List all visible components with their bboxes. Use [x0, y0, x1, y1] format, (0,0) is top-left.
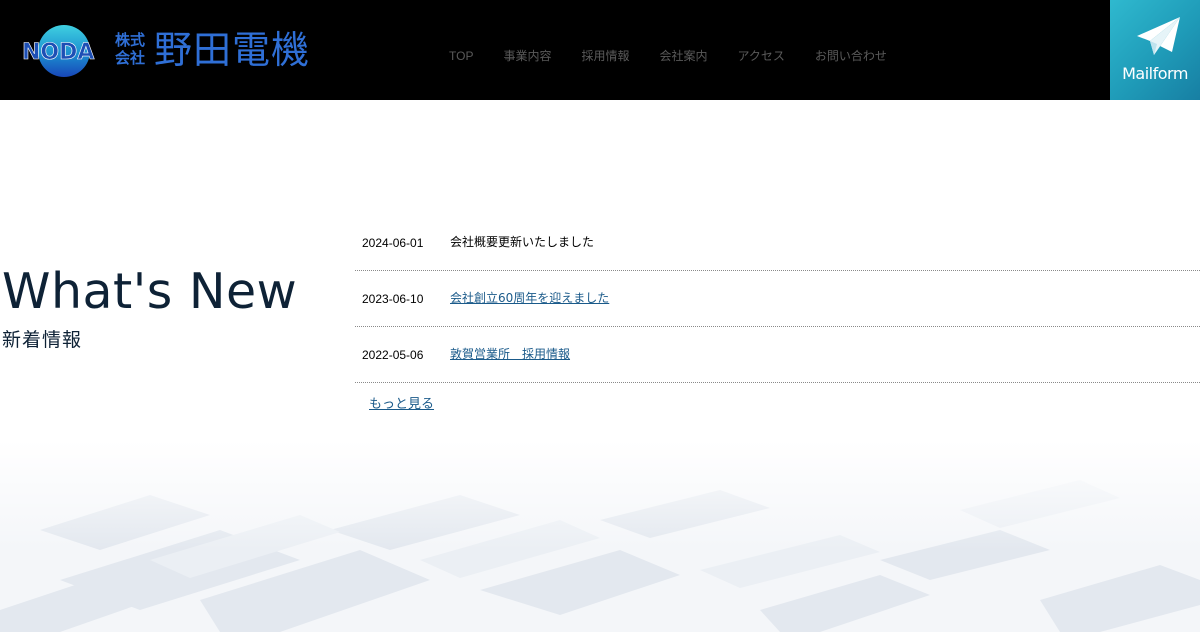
logo-mark-text: NODA — [22, 40, 94, 65]
page: NODA 株式 会社 野田電機 TOP 事業内容 採用情報 会社案内 アクセス … — [0, 0, 1200, 632]
nav-link-recruit[interactable]: 採用情報 — [566, 47, 644, 65]
logo-company-name: 野田電機 — [154, 28, 311, 72]
logo-kabushiki-kaisha: 株式 会社 — [115, 31, 146, 67]
news-date: 2024-06-01 — [362, 236, 424, 250]
mailform-label: Mailform — [1122, 64, 1188, 83]
news-item: 2022-05-06 敦賀営業所 採用情報 — [355, 327, 1200, 383]
nav-link-access[interactable]: アクセス — [723, 47, 800, 65]
news-item: 2023-06-10 会社創立60周年を迎えました — [355, 271, 1200, 327]
mailform-button[interactable]: Mailform — [1110, 0, 1200, 100]
news-list: 2024-06-01 会社概要更新いたしました 2023-06-10 会社創立6… — [355, 215, 1200, 383]
whats-new-subtitle: 新着情報 — [2, 329, 83, 351]
nav-item-company: 会社案内 — [644, 47, 722, 67]
background-decoration — [0, 440, 1200, 632]
global-nav: TOP 事業内容 採用情報 会社案内 アクセス お問い合わせ — [434, 47, 902, 67]
news-title-link[interactable]: 会社創立60周年を迎えました — [450, 290, 609, 306]
news-title: 会社概要更新いたしました — [450, 235, 595, 249]
paper-plane-icon — [1137, 17, 1180, 55]
more-news-link[interactable]: もっと見る — [369, 396, 434, 414]
nav-link-company[interactable]: 会社案内 — [644, 47, 722, 65]
whats-new-title: What's New — [2, 263, 298, 320]
nav-item-business: 事業内容 — [488, 47, 566, 67]
news-date: 2022-05-06 — [362, 348, 424, 362]
nav-item-contact: お問い合わせ — [800, 47, 902, 67]
nav-link-business[interactable]: 事業内容 — [488, 47, 566, 65]
nav-item-access: アクセス — [723, 47, 800, 67]
nav-link-contact[interactable]: お問い合わせ — [800, 47, 902, 65]
news-item: 2024-06-01 会社概要更新いたしました — [355, 215, 1200, 271]
news-date: 2023-06-10 — [362, 292, 424, 306]
nav-link-top[interactable]: TOP — [434, 47, 488, 65]
news-title-link[interactable]: 敦賀営業所 採用情報 — [450, 346, 570, 362]
nav-item-top: TOP — [434, 47, 488, 67]
nav-item-recruit: 採用情報 — [566, 47, 644, 67]
noda-logo-mark: NODA — [22, 25, 95, 77]
company-logo[interactable]: NODA 株式 会社 野田電機 — [20, 22, 309, 80]
site-header: NODA 株式 会社 野田電機 TOP 事業内容 採用情報 会社案内 アクセス … — [0, 0, 1200, 100]
